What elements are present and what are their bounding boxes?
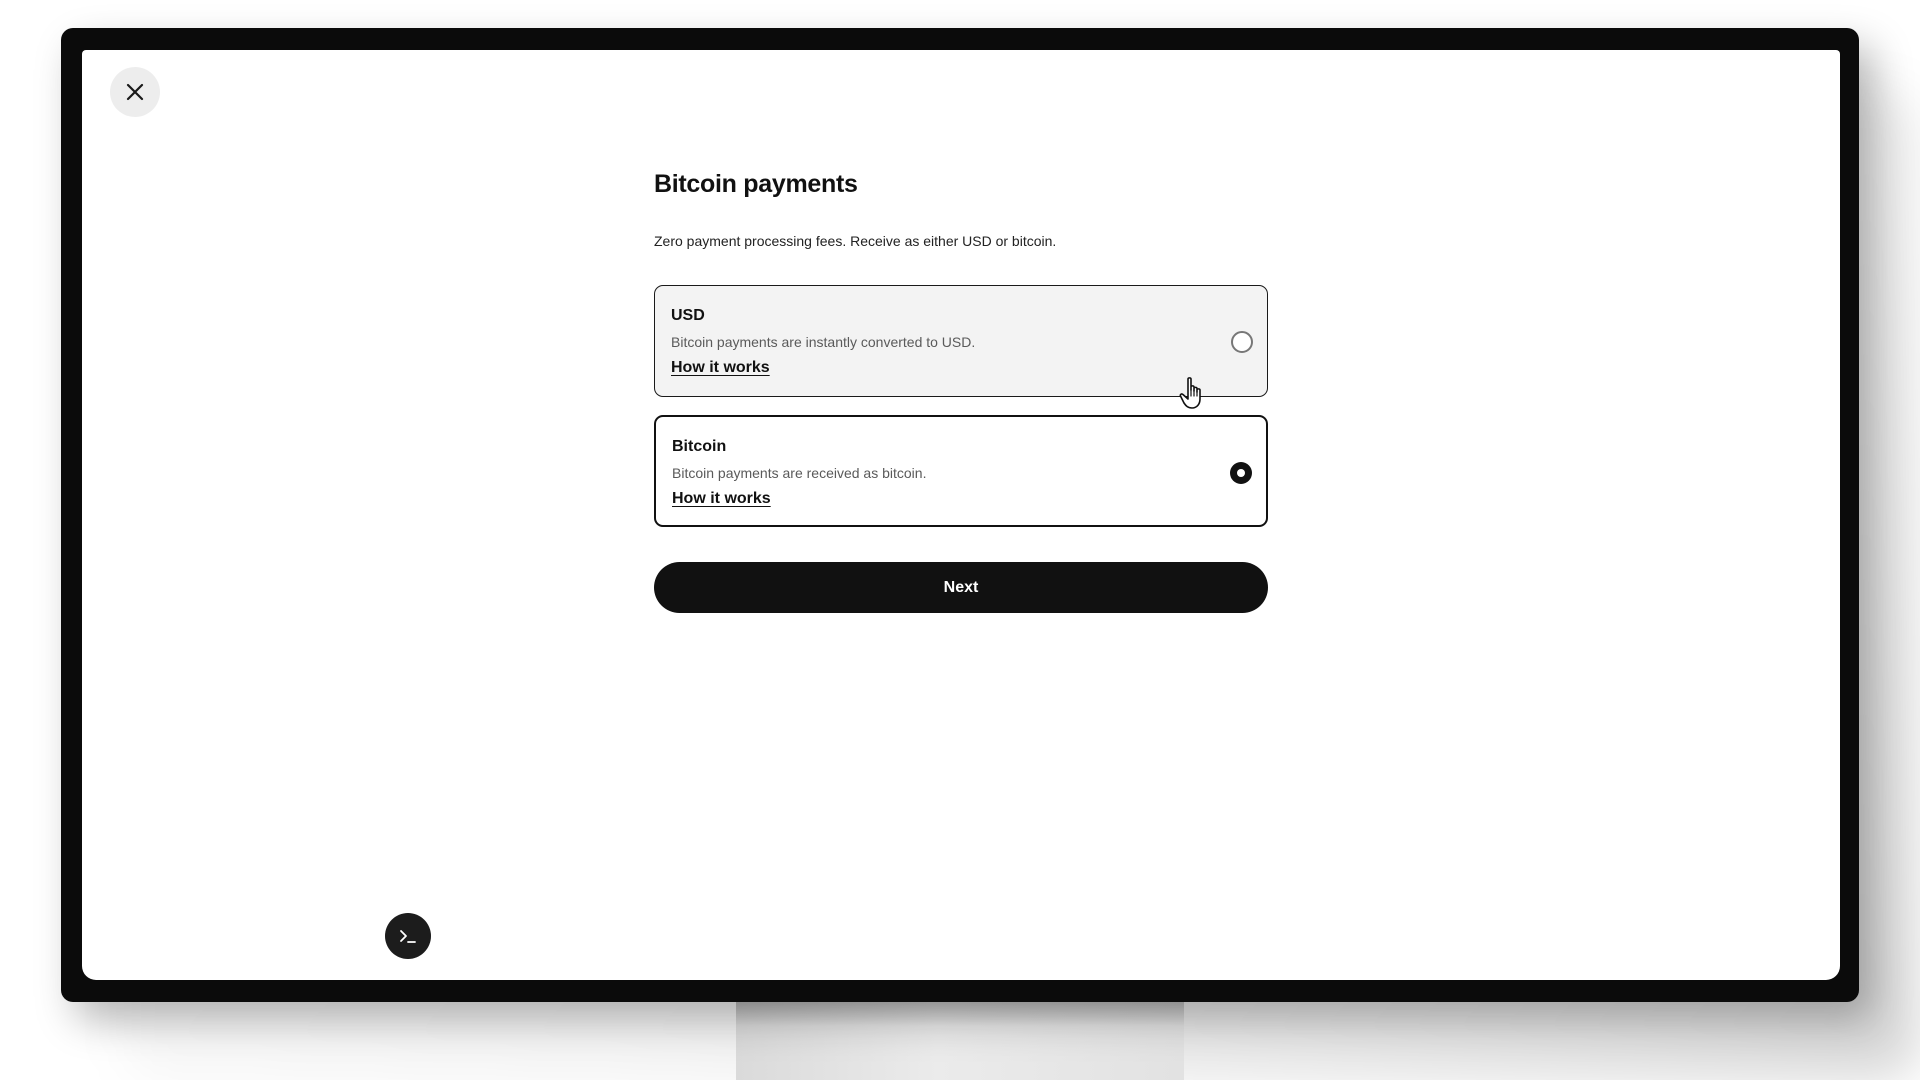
option-description-bitcoin: Bitcoin payments are received as bitcoin… [672,465,927,481]
next-button[interactable]: Next [654,562,1268,613]
page-subtitle: Zero payment processing fees. Receive as… [654,233,1057,249]
terminal-icon [400,930,416,943]
close-button[interactable] [110,67,160,117]
option-title-bitcoin: Bitcoin [672,438,727,455]
page-title: Bitcoin payments [654,170,858,198]
desktop-stage: Bitcoin payments Zero payment processing… [0,0,1920,1080]
monitor-stand [736,1000,1184,1080]
option-title-usd: USD [671,307,705,324]
close-icon [126,83,144,101]
radio-usd[interactable] [1231,331,1253,353]
how-it-works-link-bitcoin[interactable]: How it works [672,489,771,509]
app-screen: Bitcoin payments Zero payment processing… [82,50,1840,980]
option-card-bitcoin[interactable]: Bitcoin Bitcoin payments are received as… [654,415,1268,527]
option-card-usd[interactable]: USD Bitcoin payments are instantly conve… [654,285,1268,397]
radio-bitcoin[interactable] [1230,462,1252,484]
option-description-usd: Bitcoin payments are instantly converted… [671,334,976,350]
terminal-button[interactable] [385,913,431,959]
how-it-works-link-usd[interactable]: How it works [671,358,770,378]
